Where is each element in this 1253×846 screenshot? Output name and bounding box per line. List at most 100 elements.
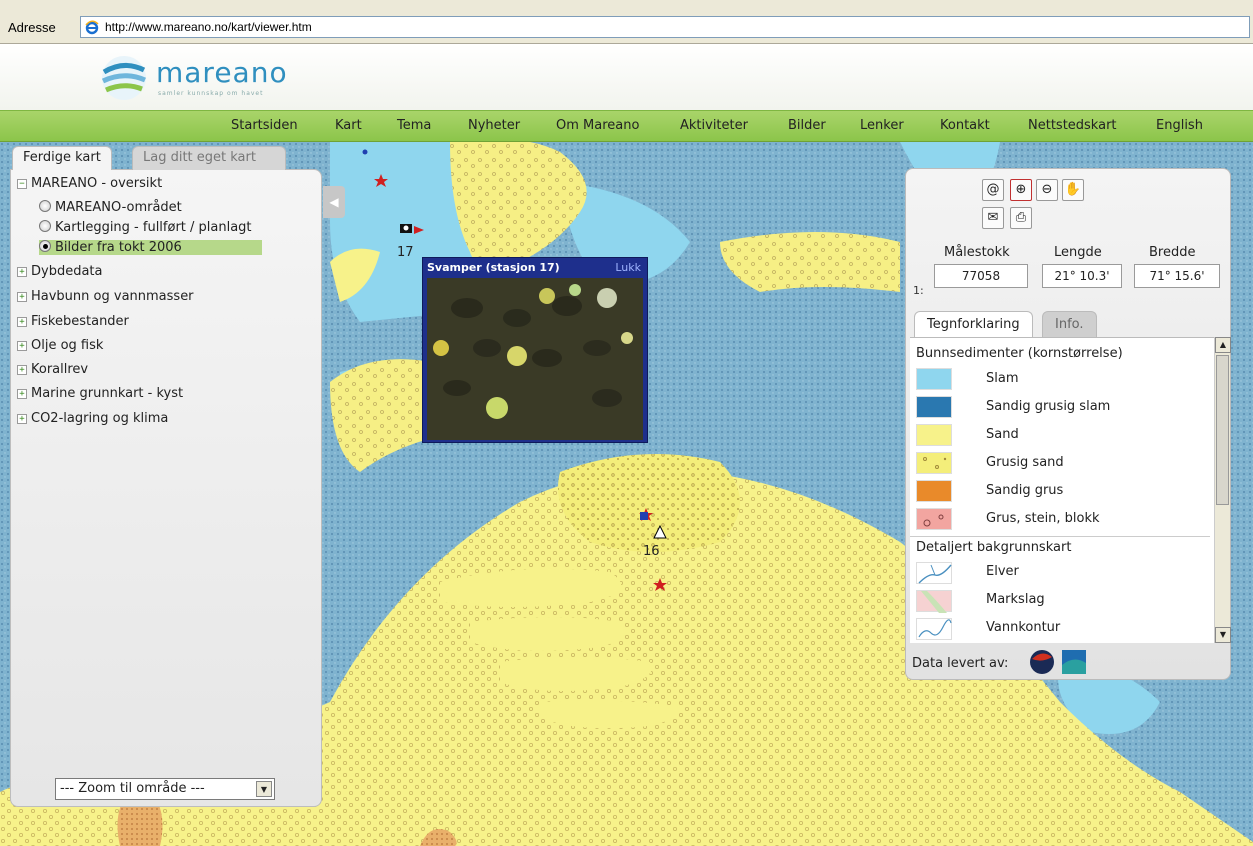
nav-lenker[interactable]: Lenker — [860, 118, 904, 133]
data-provider-logos[interactable] — [1028, 647, 1088, 677]
tab-tegnforklaring[interactable]: Tegnforklaring — [914, 311, 1033, 337]
expand-icon[interactable]: + — [17, 267, 27, 277]
legend-label: Grus, stein, blokk — [986, 511, 1100, 526]
nav-startsiden[interactable]: Startsiden — [231, 118, 298, 133]
tree-group-dybdedata[interactable]: + Dybdedata — [17, 264, 103, 279]
mail-icon[interactable]: ✉ — [982, 207, 1004, 229]
station-label-17: 17 — [397, 245, 414, 260]
nav-om-mareano[interactable]: Om Mareano — [556, 118, 639, 133]
mareano-logo[interactable]: mareano samler kunnskap om havet — [100, 54, 320, 102]
expand-icon[interactable]: + — [17, 341, 27, 351]
logo-tagline: samler kunnskap om havet — [158, 90, 264, 97]
river-line-icon — [918, 564, 952, 584]
expand-icon[interactable]: + — [17, 292, 27, 302]
scroll-down-icon[interactable]: ▼ — [1215, 627, 1231, 643]
zoom-out-icon[interactable]: ⊖ — [1036, 179, 1058, 201]
tools-legend-panel: @ ⊕ ⊖ ✋ ✉ ⎙ Målestokk Lengde Bredde 1: 7… — [905, 168, 1231, 680]
length-value: 21° 10.3' — [1042, 264, 1122, 288]
ie-page-icon — [84, 19, 100, 35]
legend-divider — [910, 536, 1210, 537]
grus-stein-pattern — [923, 514, 944, 527]
popup-close-link[interactable]: Lukk — [615, 261, 641, 274]
tree-group-marine-grunnkart[interactable]: + Marine grunnkart - kyst — [17, 386, 183, 401]
zoom-in-icon[interactable]: ⊕ — [1010, 179, 1032, 201]
mareano-logo-icon — [101, 56, 146, 100]
scale-label: Målestokk — [944, 245, 1010, 260]
nav-nettstedskart[interactable]: Nettstedskart — [1028, 118, 1117, 133]
tree-group-mareano-oversikt[interactable]: − MAREANO - oversikt — [17, 176, 162, 191]
nav-kontakt[interactable]: Kontakt — [940, 118, 990, 133]
legend-swatch-vannkontur — [916, 618, 952, 640]
legend-label: Markslag — [986, 592, 1045, 607]
expand-icon[interactable]: + — [17, 365, 27, 375]
at-icon[interactable]: @ — [982, 179, 1004, 201]
radio-mareano-omradet[interactable]: MAREANO-området — [39, 200, 182, 215]
tab-ferdige-kart[interactable]: Ferdige kart — [12, 146, 112, 170]
radio-button-selected-icon[interactable] — [39, 240, 51, 252]
url-input[interactable]: http://www.mareano.no/kart/viewer.htm — [80, 16, 1250, 38]
length-label: Lengde — [1054, 245, 1102, 260]
tree-group-fiskebestander[interactable]: + Fiskebestander — [17, 314, 129, 329]
legend-swatch-grus-stein-blokk — [916, 508, 952, 530]
legend-swatch-slam — [916, 368, 952, 390]
sponge-seabed-photo — [427, 278, 643, 440]
expand-icon[interactable]: + — [17, 317, 27, 327]
land-cover-icon — [921, 591, 947, 613]
nav-kart[interactable]: Kart — [335, 118, 362, 133]
legend-label: Vannkontur — [986, 620, 1061, 635]
legend-label: Grusig sand — [986, 455, 1064, 470]
radio-kartlegging[interactable]: Kartlegging - fullført / planlagt — [39, 220, 252, 235]
nav-english[interactable]: English — [1156, 118, 1203, 133]
legend-swatch-sandig-grusig-slam — [916, 396, 952, 418]
scroll-thumb[interactable] — [1216, 355, 1229, 505]
tree-group-co2-lagring[interactable]: + CO2-lagring og klima — [17, 411, 168, 426]
radio-bilder-fra-tokt-2006[interactable]: Bilder fra tokt 2006 — [39, 240, 262, 255]
collapse-icon[interactable]: − — [17, 179, 27, 189]
legend-swatch-elver — [916, 562, 952, 584]
nav-tema[interactable]: Tema — [397, 118, 431, 133]
pan-hand-icon[interactable]: ✋ — [1062, 179, 1084, 201]
tab-lag-ditt-eget-kart[interactable]: Lag ditt eget kart — [132, 146, 286, 170]
station-label-16: 16 — [643, 544, 660, 559]
tree-group-havbunn[interactable]: + Havbunn og vannmasser — [17, 289, 194, 304]
scroll-up-icon[interactable]: ▲ — [1215, 337, 1231, 353]
width-label: Bredde — [1149, 245, 1196, 260]
url-text: http://www.mareano.no/kart/viewer.htm — [105, 20, 312, 34]
logo-wordmark: mareano — [156, 56, 288, 89]
print-icon[interactable]: ⎙ — [1010, 207, 1032, 229]
address-label: Adresse — [8, 20, 56, 35]
expand-icon[interactable]: + — [17, 414, 27, 424]
legend-section-bunnsedimenter: Bunnsedimenter (kornstørrelse) — [916, 346, 1123, 361]
popup-title: Svamper (stasjon 17) — [427, 261, 560, 274]
legend-scrollbar[interactable]: ▲ ▼ — [1214, 337, 1231, 643]
legend-label: Sandig grusig slam — [986, 399, 1111, 414]
radio-button-icon[interactable] — [39, 220, 51, 232]
collapse-panel-button[interactable]: ◀ — [323, 186, 345, 218]
sponge-photo-image — [427, 278, 643, 440]
legend-swatch-markslag — [916, 590, 952, 613]
nav-bilder[interactable]: Bilder — [788, 118, 826, 133]
browser-address-bar: Adresse http://www.mareano.no/kart/viewe… — [0, 0, 1253, 44]
scale-input[interactable]: 77058 — [934, 264, 1028, 288]
radio-button-icon[interactable] — [39, 200, 51, 212]
scale-prefix: 1: — [913, 284, 924, 297]
data-source-label: Data levert av: — [912, 656, 1009, 671]
legend-swatch-sandig-grus — [916, 480, 952, 502]
legend-list: Bunnsedimenter (kornstørrelse) Slam Sand… — [910, 337, 1214, 643]
nav-nyheter[interactable]: Nyheter — [468, 118, 520, 133]
tree-group-olje-og-fisk[interactable]: + Olje og fisk — [17, 338, 103, 353]
station-photo-popup: Svamper (stasjon 17) Lukk — [422, 257, 648, 443]
legend-swatch-grusig-sand — [916, 452, 952, 474]
nav-aktiviteter[interactable]: Aktiviteter — [680, 118, 748, 133]
tab-info[interactable]: Info. — [1042, 311, 1097, 337]
legend-swatch-sand — [916, 424, 952, 446]
zoom-area-select[interactable]: --- Zoom til område --- ▼ — [55, 778, 275, 800]
grusig-sand-pattern — [923, 457, 947, 469]
legend-label: Sandig grus — [986, 483, 1064, 498]
legend-section-bakgrunnskart: Detaljert bakgrunnskart — [916, 540, 1072, 555]
expand-icon[interactable]: + — [17, 389, 27, 399]
water-contour-icon — [918, 619, 952, 638]
dropdown-arrow-icon[interactable]: ▼ — [256, 781, 272, 797]
tree-group-korallrev[interactable]: + Korallrev — [17, 362, 88, 377]
width-value: 71° 15.6' — [1134, 264, 1220, 288]
